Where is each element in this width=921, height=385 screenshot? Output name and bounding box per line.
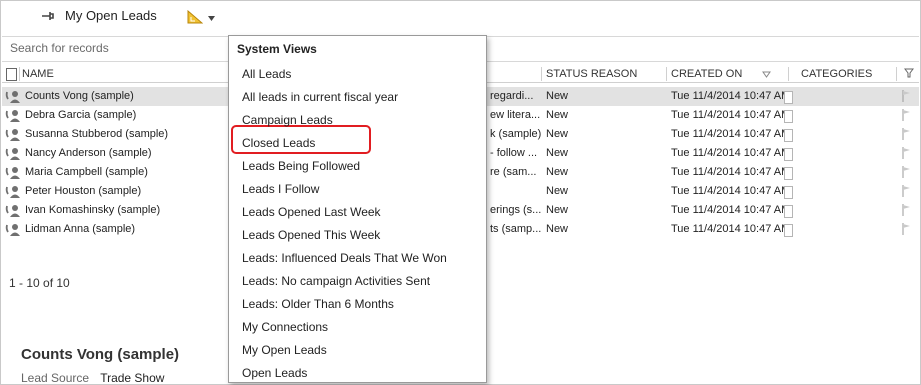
lead-status: New	[546, 223, 569, 235]
pager-text: 1 - 10 of 10	[9, 276, 70, 290]
detail-field: Lead Source Trade Show	[21, 371, 164, 385]
dropdown-item[interactable]: Leads Opened Last Week	[242, 203, 472, 221]
column-header-status-reason[interactable]: STATUS REASON	[546, 68, 637, 82]
flag-icon[interactable]	[902, 109, 911, 121]
lead-topic: erings (s...	[490, 204, 542, 216]
view-title: My Open Leads	[65, 8, 157, 23]
dropdown-item[interactable]: All leads in current fiscal year	[242, 88, 472, 106]
dropdown-item[interactable]: My Connections	[242, 318, 472, 336]
dropdown-item[interactable]: Leads: Influenced Deals That We Won	[242, 249, 472, 267]
detail-title: Counts Vong (sample)	[21, 346, 180, 363]
lead-created-on: Tue 11/4/2014 10:47 AM	[671, 128, 791, 140]
app-window: My Open Leads NAME STATUS REASON CREATED…	[0, 0, 921, 385]
detail-field-label: Lead Source	[21, 371, 90, 385]
flag-icon[interactable]	[902, 147, 911, 159]
category-checkbox[interactable]	[784, 224, 793, 237]
view-picker-button[interactable]	[187, 9, 233, 26]
lead-status: New	[546, 90, 569, 102]
lead-name[interactable]: Ivan Komashinsky (sample)	[25, 204, 160, 216]
flag-icon[interactable]	[902, 128, 911, 140]
dropdown-item[interactable]: Leads: No campaign Activities Sent	[242, 272, 472, 290]
detail-field-value[interactable]: Trade Show	[100, 371, 164, 385]
lead-status: New	[546, 128, 569, 140]
category-checkbox[interactable]	[784, 186, 793, 199]
lead-topic: regardi...	[490, 90, 534, 102]
lead-name[interactable]: Nancy Anderson (sample)	[25, 147, 152, 159]
dropdown-heading: System Views	[237, 42, 317, 56]
lead-topic: ts (samp...	[490, 223, 542, 235]
column-header-name[interactable]: NAME	[22, 68, 54, 82]
column-divider	[19, 67, 20, 81]
lead-created-on: Tue 11/4/2014 10:47 AM	[671, 223, 791, 235]
dropdown-item[interactable]: Open Leads	[242, 364, 472, 382]
flag-icon[interactable]	[902, 90, 911, 102]
lead-status: New	[546, 185, 569, 197]
lead-status: New	[546, 204, 569, 216]
lead-created-on: Tue 11/4/2014 10:47 AM	[671, 185, 791, 197]
flag-icon[interactable]	[902, 223, 911, 235]
lead-created-on: Tue 11/4/2014 10:47 AM	[671, 147, 791, 159]
lead-topic: k (sample)	[490, 128, 542, 140]
view-header: My Open Leads	[1, 1, 920, 31]
column-divider	[896, 67, 897, 81]
column-header-categories[interactable]: CATEGORIES	[801, 68, 872, 82]
sort-descending-icon[interactable]	[762, 69, 771, 83]
dropdown-item[interactable]: Leads Opened This Week	[242, 226, 472, 244]
lead-topic: ew litera...	[490, 109, 541, 121]
lead-icon	[5, 185, 21, 198]
view-selector-dropdown: System Views All Leads All leads in curre…	[228, 35, 487, 383]
column-header-created-on[interactable]: CREATED ON	[671, 68, 742, 82]
category-checkbox[interactable]	[784, 167, 793, 180]
lead-status: New	[546, 166, 569, 178]
filter-icon[interactable]	[904, 68, 914, 82]
lead-created-on: Tue 11/4/2014 10:47 AM	[671, 166, 791, 178]
lead-name[interactable]: Peter Houston (sample)	[25, 185, 141, 197]
pin-icon[interactable]	[41, 9, 55, 23]
lead-status: New	[546, 109, 569, 121]
lead-created-on: Tue 11/4/2014 10:47 AM	[671, 109, 791, 121]
flag-icon[interactable]	[902, 185, 911, 197]
column-divider	[541, 67, 542, 81]
view-picker-icon	[187, 9, 204, 24]
lead-topic: - follow ...	[490, 147, 538, 159]
dropdown-item[interactable]: Leads I Follow	[242, 180, 472, 198]
dropdown-item[interactable]: All Leads	[242, 65, 472, 83]
column-divider	[666, 67, 667, 81]
dropdown-item[interactable]: Campaign Leads	[242, 111, 472, 129]
category-checkbox[interactable]	[784, 148, 793, 161]
category-checkbox[interactable]	[784, 91, 793, 104]
lead-icon	[5, 90, 21, 103]
lead-name[interactable]: Debra Garcia (sample)	[25, 109, 136, 121]
column-divider	[788, 67, 789, 81]
chevron-down-icon	[207, 12, 216, 21]
flag-icon[interactable]	[902, 204, 911, 216]
lead-icon	[5, 109, 21, 122]
dropdown-item[interactable]: Leads: Older Than 6 Months	[242, 295, 472, 313]
lead-icon	[5, 223, 21, 236]
category-checkbox[interactable]	[784, 110, 793, 123]
dropdown-item[interactable]: My Open Leads	[242, 341, 472, 359]
lead-name[interactable]: Maria Campbell (sample)	[25, 166, 148, 178]
flag-icon[interactable]	[902, 166, 911, 178]
category-checkbox[interactable]	[784, 205, 793, 218]
lead-icon	[5, 204, 21, 217]
lead-icon	[5, 147, 21, 160]
dropdown-item[interactable]: Closed Leads	[242, 134, 472, 152]
dropdown-item[interactable]: Leads Being Followed	[242, 157, 472, 175]
lead-status: New	[546, 147, 569, 159]
lead-topic: re (sam...	[490, 166, 537, 178]
lead-created-on: Tue 11/4/2014 10:47 AM	[671, 204, 791, 216]
lead-created-on: Tue 11/4/2014 10:47 AM	[671, 90, 791, 102]
lead-icon	[5, 166, 21, 179]
category-checkbox[interactable]	[784, 129, 793, 142]
lead-name[interactable]: Lidman Anna (sample)	[25, 223, 135, 235]
lead-name[interactable]: Susanna Stubberod (sample)	[25, 128, 168, 140]
lead-name[interactable]: Counts Vong (sample)	[25, 90, 134, 102]
lead-icon	[5, 128, 21, 141]
select-all-checkbox[interactable]	[6, 68, 17, 81]
